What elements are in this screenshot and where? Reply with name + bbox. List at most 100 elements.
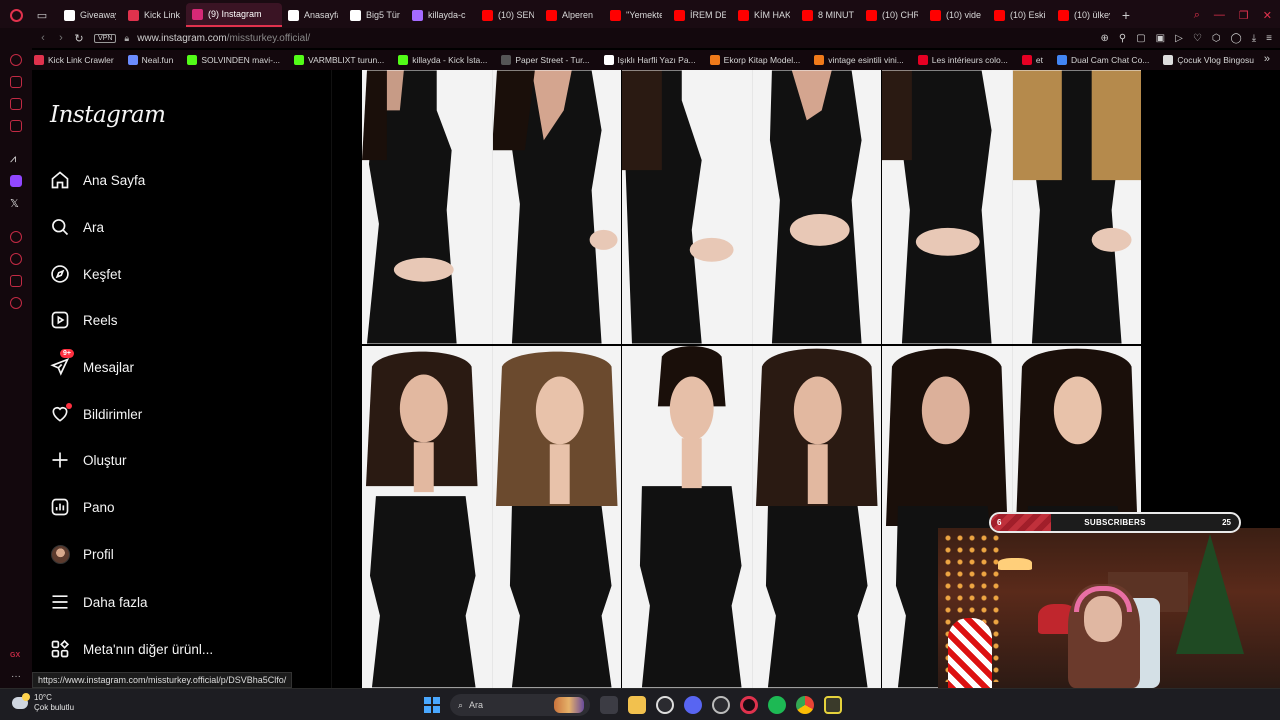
browser-tab[interactable]: (9) Instagram xyxy=(186,3,282,27)
nav-home[interactable]: Ana Sayfa xyxy=(50,166,145,194)
post-thumbnail[interactable] xyxy=(882,70,1141,344)
file-explorer-icon[interactable] xyxy=(628,696,646,714)
gx-control-icon[interactable] xyxy=(10,54,22,66)
nav-explore[interactable]: Keşfet xyxy=(50,260,121,288)
player-icon[interactable]: ▷ xyxy=(1175,33,1183,44)
tab-manager-icon[interactable]: ▭ xyxy=(32,0,52,30)
gx-corner-icon[interactable] xyxy=(10,76,22,88)
post-thumbnail[interactable] xyxy=(622,70,881,344)
extensions-sidebar-icon[interactable] xyxy=(10,275,22,287)
app-icon[interactable] xyxy=(824,696,842,714)
browser-tab[interactable]: (10) Eski xyxy=(988,3,1052,27)
chrome-icon[interactable] xyxy=(796,696,814,714)
browser-tab[interactable]: (10) SEN xyxy=(476,3,540,27)
more-sidebar-icon[interactable]: ··· xyxy=(11,671,21,682)
browser-tab[interactable]: (10) vide xyxy=(924,3,988,27)
browser-tab[interactable]: KİM HAK xyxy=(732,3,796,27)
browser-tab[interactable]: Kick Link xyxy=(122,3,186,27)
pin-icon[interactable]: ⚲ xyxy=(1119,33,1126,44)
nav-search[interactable]: Ara xyxy=(50,213,104,241)
extensions-icon[interactable]: ⬡ xyxy=(1212,33,1221,44)
url-field[interactable]: www.instagram.com/missturkey.official/ xyxy=(137,33,310,44)
gx-player-icon[interactable] xyxy=(10,120,22,132)
browser-tab[interactable]: Big5 Türk xyxy=(344,3,406,27)
nav-create[interactable]: Oluştur xyxy=(50,446,127,474)
vpn-badge[interactable]: VPN xyxy=(94,33,117,43)
tab-label: ''Yemekte xyxy=(626,10,662,20)
zoom-icon[interactable]: ⊕ xyxy=(1101,33,1109,44)
bookmark-item[interactable]: Paper Street - Tur... xyxy=(501,55,590,65)
nav-more-label: Daha fazla xyxy=(83,594,148,610)
history-icon[interactable] xyxy=(10,253,22,265)
twitch-chat-icon[interactable] xyxy=(10,98,22,110)
tab-label: (10) SEN xyxy=(498,10,534,20)
maximize-button[interactable]: ❐ xyxy=(1239,9,1249,22)
task-view-icon[interactable] xyxy=(600,696,618,714)
minimize-button[interactable]: — xyxy=(1214,9,1225,21)
heart-bookmark-icon[interactable]: ♡ xyxy=(1193,33,1202,44)
bookmark-item[interactable]: Kick Link Crawler xyxy=(34,55,114,65)
browser-tab[interactable]: ''Yemekte xyxy=(604,3,668,27)
nav-profile[interactable]: Profil xyxy=(50,540,114,568)
bookmark-item[interactable]: et xyxy=(1021,55,1043,65)
wallet-icon[interactable]: ▣ xyxy=(1156,33,1165,44)
opera-gx-taskbar-icon[interactable] xyxy=(740,696,758,714)
twitch-icon[interactable] xyxy=(10,175,22,187)
url-host: www.instagram.com xyxy=(137,32,227,44)
back-button[interactable]: ‹ xyxy=(34,32,52,44)
lock-icon[interactable]: 🔒︎ xyxy=(124,33,129,44)
browser-tab[interactable]: Alperen xyxy=(540,3,604,27)
nav-meta[interactable]: Meta'nın diğer ürünl... xyxy=(50,635,213,663)
search-tabs-icon[interactable]: ⌕ xyxy=(1194,9,1200,22)
windows-start-icon[interactable] xyxy=(424,697,440,713)
instagram-logo[interactable]: Instagram xyxy=(50,102,166,128)
bookmark-item[interactable]: Çocuk Vlog Bingosu xyxy=(1163,55,1254,65)
browser-tab[interactable]: İREM DE xyxy=(668,3,732,27)
bookmark-item[interactable]: SOLVINDEN mavi-... xyxy=(187,55,280,65)
browser-tab[interactable]: 8 MINUTE xyxy=(796,3,860,27)
windows-taskbar: 10°C Çok bulutlu ⌕ Ara xyxy=(0,688,1280,720)
settings-icon[interactable] xyxy=(10,297,22,309)
browser-tab[interactable]: Giveaway xyxy=(58,3,122,27)
reload-button[interactable]: ↻ xyxy=(70,32,88,45)
browser-tab[interactable]: killayda-c xyxy=(406,3,476,27)
x-icon[interactable]: 𝕏 xyxy=(10,197,22,210)
spotify-icon[interactable] xyxy=(768,696,786,714)
discord-icon[interactable] xyxy=(684,696,702,714)
bookmark-item[interactable]: Ekorp Kitap Model... xyxy=(709,55,800,65)
browser-tab[interactable]: (10) CHR xyxy=(860,3,924,27)
bookmark-item[interactable]: Işıklı Harfli Yazı Pa... xyxy=(603,55,696,65)
browser-tab[interactable]: Anasayfa xyxy=(282,3,344,27)
new-tab-button[interactable]: + xyxy=(1116,3,1136,27)
bookmark-item[interactable]: VARMBLIXT turun... xyxy=(294,55,384,65)
forward-button[interactable]: › xyxy=(52,32,70,44)
gx-label: GX xyxy=(10,652,21,659)
menu-icon[interactable]: ≡ xyxy=(1266,33,1272,44)
nav-messages[interactable]: 9+ Mesajlar xyxy=(50,349,134,381)
post-thumbnail[interactable] xyxy=(362,70,621,344)
steam-icon[interactable] xyxy=(656,696,674,714)
nav-more[interactable]: Daha fazla xyxy=(50,588,148,616)
aria-icon[interactable]: ⩘ xyxy=(10,153,22,165)
bookmark-item[interactable]: killayda - Kick İsta... xyxy=(398,55,487,65)
bookmarks-overflow-icon[interactable]: » xyxy=(1264,53,1270,65)
bookmark-item[interactable]: vintage esintili vini... xyxy=(814,55,904,65)
post-thumbnail[interactable] xyxy=(622,346,881,688)
obs-icon[interactable] xyxy=(712,696,730,714)
account-icon[interactable]: ◯ xyxy=(1231,33,1242,44)
screenshot-icon[interactable]: ▢ xyxy=(1136,33,1145,44)
post-thumbnail[interactable] xyxy=(362,346,621,688)
browser-tab[interactable]: (10) ülkey xyxy=(1052,3,1116,27)
nav-dashboard[interactable]: Pano xyxy=(50,493,115,521)
nav-reels[interactable]: Reels xyxy=(50,306,118,334)
weather-widget[interactable]: 10°C Çok bulutlu xyxy=(12,693,74,713)
download-icon[interactable]: ⤓ xyxy=(1252,33,1256,44)
close-window-button[interactable]: ✕ xyxy=(1263,9,1272,22)
player-sidebar-icon[interactable] xyxy=(10,231,22,243)
opera-gx-logo[interactable] xyxy=(0,0,32,30)
bookmark-item[interactable]: Dual Cam Chat Co... xyxy=(1056,55,1149,65)
nav-notifications[interactable]: Bildirimler xyxy=(50,400,142,428)
taskbar-search[interactable]: ⌕ Ara xyxy=(450,694,590,716)
bookmark-item[interactable]: Les intérieurs colo... xyxy=(917,55,1008,65)
bookmark-item[interactable]: Neal.fun xyxy=(127,55,173,65)
